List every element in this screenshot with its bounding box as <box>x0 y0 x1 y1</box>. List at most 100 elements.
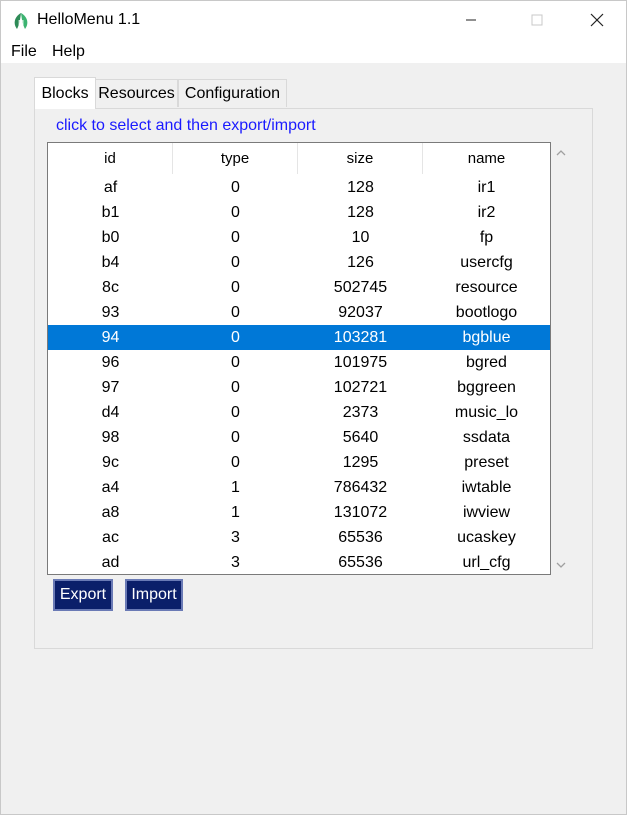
menu-help[interactable]: Help <box>52 43 85 61</box>
cell-type: 0 <box>231 329 240 346</box>
blocks-table[interactable]: id type size name af 0 128 ir1 b1 0 128 ir2 b0 0 1… <box>47 142 551 575</box>
cell-type: 1 <box>231 479 240 496</box>
menu-file[interactable]: File <box>11 43 37 61</box>
cell-name: resource <box>455 279 518 296</box>
table-row[interactable]: ac 3 65536 ucaskey <box>48 525 550 550</box>
table-row[interactable]: b1 0 128 ir2 <box>48 200 550 225</box>
instruction-text: click to select and then export/import <box>56 117 316 134</box>
table-row[interactable]: 97 0 102721 bggreen <box>48 375 550 400</box>
cell-type: 1 <box>231 504 240 521</box>
cell-size: 101975 <box>333 354 388 371</box>
cell-type: 3 <box>231 554 240 571</box>
cell-size: 92037 <box>338 304 383 321</box>
cell-type: 0 <box>231 279 240 296</box>
cell-size: 5640 <box>342 429 379 446</box>
maximize-button[interactable] <box>514 1 560 39</box>
cell-id: d4 <box>101 404 120 421</box>
export-button[interactable]: Export <box>53 579 113 611</box>
table-row[interactable]: d4 0 2373 music_lo <box>48 400 550 425</box>
tab-resources[interactable]: Resources <box>95 79 178 107</box>
cell-type: 0 <box>231 304 240 321</box>
cell-type: 0 <box>231 204 240 221</box>
menu-bar: File Help <box>1 39 626 63</box>
column-header-size[interactable]: size <box>298 143 423 174</box>
table-row[interactable]: a8 1 131072 iwview <box>48 500 550 525</box>
cell-name: bggreen <box>457 379 516 396</box>
maximize-icon <box>531 14 543 26</box>
cell-name: fp <box>479 229 494 246</box>
cell-size: 65536 <box>338 554 383 571</box>
cell-type: 0 <box>231 404 240 421</box>
column-header-type[interactable]: type <box>173 143 298 174</box>
tab-configuration[interactable]: Configuration <box>178 79 287 107</box>
cell-type: 0 <box>231 429 240 446</box>
cell-size: 126 <box>347 254 374 271</box>
cell-id: 97 <box>101 379 120 396</box>
leaf-logo-icon: M <box>11 11 31 31</box>
cell-size: 131072 <box>333 504 388 521</box>
cell-size: 128 <box>347 179 374 196</box>
cell-id: b1 <box>101 204 120 221</box>
cell-type: 0 <box>231 229 240 246</box>
table-row[interactable]: b0 0 10 fp <box>48 225 550 250</box>
minimize-button[interactable] <box>448 1 494 39</box>
table-row[interactable]: 96 0 101975 bgred <box>48 350 550 375</box>
close-icon <box>590 13 604 27</box>
svg-text:M: M <box>18 20 24 27</box>
cell-id: ad <box>101 554 120 571</box>
table-row[interactable]: af 0 128 ir1 <box>48 175 550 200</box>
cell-id: 96 <box>101 354 120 371</box>
tab-blocks[interactable]: Blocks <box>34 77 96 109</box>
cell-id: 94 <box>101 329 120 346</box>
column-header-id[interactable]: id <box>48 143 173 174</box>
import-button[interactable]: Import <box>125 579 183 611</box>
cell-size: 103281 <box>333 329 388 346</box>
cell-id: a8 <box>101 504 120 521</box>
cell-name: bgred <box>466 354 507 371</box>
cell-size: 502745 <box>333 279 388 296</box>
cell-name: ssdata <box>462 429 511 446</box>
cell-name: ucaskey <box>457 529 516 546</box>
cell-id: b4 <box>101 254 120 271</box>
cell-id: 98 <box>101 429 120 446</box>
cell-name: bootlogo <box>455 304 518 321</box>
title-bar[interactable]: M HelloMenu 1.1 <box>1 1 626 39</box>
cell-id: b0 <box>101 229 120 246</box>
chevron-down-icon <box>556 562 566 568</box>
table-row[interactable]: ad 3 65536 url_cfg <box>48 550 550 574</box>
column-header-name[interactable]: name <box>423 143 550 174</box>
cell-size: 102721 <box>333 379 388 396</box>
cell-name: usercfg <box>460 254 513 271</box>
cell-name: iwtable <box>461 479 512 496</box>
cell-name: url_cfg <box>462 554 511 571</box>
cell-name: preset <box>464 454 509 471</box>
cell-type: 0 <box>231 179 240 196</box>
minimize-icon <box>466 19 476 21</box>
table-row[interactable]: 94 0 103281 bgblue <box>48 325 550 350</box>
chevron-up-icon <box>556 150 566 156</box>
cell-name: music_lo <box>454 404 519 421</box>
cell-size: 2373 <box>342 404 379 421</box>
cell-type: 0 <box>231 379 240 396</box>
cell-type: 0 <box>231 354 240 371</box>
cell-size: 128 <box>347 204 374 221</box>
close-button[interactable] <box>574 1 620 39</box>
scroll-up-arrow[interactable] <box>554 146 568 160</box>
cell-size: 65536 <box>338 529 383 546</box>
table-row[interactable]: 93 0 92037 bootlogo <box>48 300 550 325</box>
cell-size: 10 <box>351 229 370 246</box>
cell-name: ir1 <box>477 179 496 196</box>
cell-id: 93 <box>101 304 120 321</box>
table-row[interactable]: 8c 0 502745 resource <box>48 275 550 300</box>
cell-name: ir2 <box>477 204 496 221</box>
table-row[interactable]: b4 0 126 usercfg <box>48 250 550 275</box>
table-row[interactable]: a4 1 786432 iwtable <box>48 475 550 500</box>
table-row[interactable]: 9c 0 1295 preset <box>48 450 550 475</box>
table-row[interactable]: 98 0 5640 ssdata <box>48 425 550 450</box>
cell-type: 0 <box>231 454 240 471</box>
table-header: id type size name <box>48 143 550 174</box>
cell-type: 0 <box>231 254 240 271</box>
cell-id: 9c <box>102 454 119 471</box>
app-window: M HelloMenu 1.1 File Help Blocks Resourc… <box>0 0 627 815</box>
scroll-down-arrow[interactable] <box>554 558 568 572</box>
